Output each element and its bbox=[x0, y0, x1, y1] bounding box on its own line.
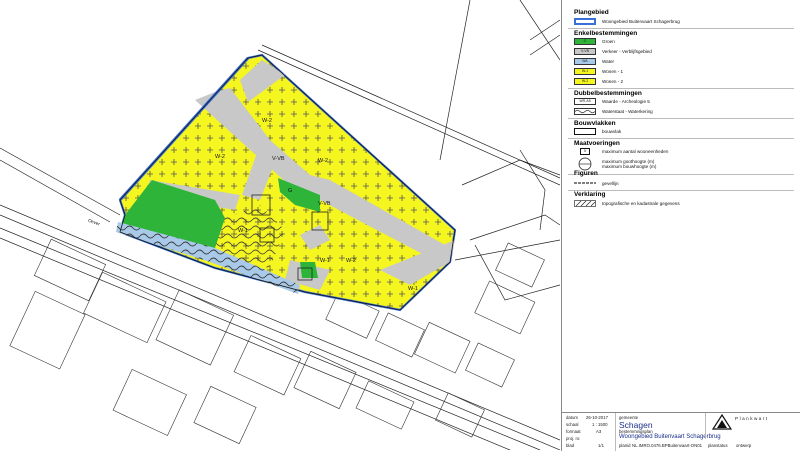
plangebied-swatch bbox=[574, 17, 596, 25]
tb-planstatus: ontwerp bbox=[736, 443, 752, 448]
legend-label-groen: Groen bbox=[602, 38, 615, 44]
legend-fig-title: Figuren bbox=[574, 170, 598, 177]
tb-proj-label: proj. nr. bbox=[566, 436, 581, 441]
legend-label-gevellijn: gevellijn bbox=[602, 180, 619, 186]
legend-row-waterstaat: Waterstaat - Waterkering bbox=[574, 106, 653, 116]
tb-schaal: 1 : 1500 bbox=[592, 422, 608, 427]
tb-blad-label: blad bbox=[566, 443, 575, 448]
legend-row-groen: G Groen bbox=[574, 36, 615, 46]
legend-row-bouwvlak: bouwvlak bbox=[574, 126, 621, 136]
legend-label-bouwhoogte: maximum bouwhoogte (m) bbox=[602, 164, 657, 169]
tb-logo-text: Plankwart bbox=[735, 416, 769, 421]
legend-panel: Plangebied Woongebied Buitenvaart Schage… bbox=[561, 0, 800, 412]
tb-datum: 26-10-2017 bbox=[586, 415, 608, 420]
legend-plangebied-title: Plangebied bbox=[574, 9, 609, 16]
label-g-small: G bbox=[288, 188, 292, 194]
label-w2-north: W-2 bbox=[262, 118, 272, 124]
swatch-archeologie: WR-A5 bbox=[574, 97, 596, 105]
label-w1-mid: W-1 bbox=[238, 228, 248, 234]
plankwart-logo-icon bbox=[712, 414, 732, 430]
legend-row-archeologie: WR-A5 Waarde - Archeologie 5 bbox=[574, 96, 650, 106]
legend-plangebied-label: Woongebied Buitenvaart Schagerbrug bbox=[602, 18, 680, 24]
tb-planstatus-label: planstatus bbox=[708, 443, 728, 448]
label-v-vb-2: V-VB bbox=[318, 201, 331, 207]
legend-row-topo: topografische en kadastrale gegevens bbox=[574, 198, 680, 208]
label-w2-north-b: W-2 bbox=[318, 158, 328, 164]
title-block: datum 26-10-2017 schaal 1 : 1500 formaat… bbox=[561, 412, 800, 451]
tb-schaal-label: schaal bbox=[566, 422, 579, 427]
swatch-bouwvlak bbox=[574, 127, 596, 135]
legend-row-water: WA Water bbox=[574, 56, 614, 66]
tb-blad: 1/1 bbox=[598, 443, 604, 448]
legend-label-wooneenheden: maximum aantal wooneenheden bbox=[602, 148, 669, 154]
legend-row-gevellijn: gevellijn bbox=[574, 178, 619, 188]
swatch-water: WA bbox=[574, 57, 596, 65]
legend-row-wooneenheden: 5 maximum aantal wooneenheden bbox=[574, 146, 668, 156]
legend-label-water: Water bbox=[602, 58, 615, 64]
legend-label-wonen-1: Wonen - 1 bbox=[602, 68, 624, 74]
legend-label-bouwvlak: bouwvlak bbox=[602, 128, 622, 134]
legend-verk-title: Verklaring bbox=[574, 191, 606, 198]
legend-row-verkeer: V-VB Verkeer - Verblijfsgebied bbox=[574, 46, 652, 56]
legend-row-hoogte: maximum goothoogte (m) maximum bouwhoogt… bbox=[574, 157, 656, 171]
legend-label-topo: topografische en kadastrale gegevens bbox=[602, 200, 680, 206]
tb-planid-label: planid bbox=[619, 443, 631, 448]
label-w2-south: W-2 bbox=[346, 258, 356, 264]
hoogte-symbol-icon bbox=[578, 157, 592, 171]
label-w1-east: W-1 bbox=[408, 286, 418, 292]
legend-row-wonen-1: W-1 Wonen - 1 bbox=[574, 66, 623, 76]
topo-hatch-icon bbox=[574, 199, 596, 207]
legend-label-waterstaat: Waterstaat - Waterkering bbox=[602, 108, 653, 114]
label-street-left: Oever bbox=[87, 218, 101, 227]
swatch-wonen-1: W-1 bbox=[574, 67, 596, 75]
label-w2-west: W-2 bbox=[215, 154, 225, 160]
tb-formaat: A3 bbox=[596, 429, 602, 434]
swatch-wonen-2: W-2 bbox=[574, 77, 596, 85]
swatch-groen: G bbox=[574, 37, 596, 45]
plan-map[interactable]: W-2 W-2 V-VB W-2 W-1 W-2 W-1 G V-VB W-1 … bbox=[0, 0, 560, 450]
legend-row-wonen-2: W-2 Wonen - 2 bbox=[574, 76, 623, 86]
legend-label-verkeer: Verkeer - Verblijfsgebied bbox=[602, 48, 652, 54]
label-w1-corner: W-1 bbox=[320, 258, 330, 264]
legend-label-archeologie: Waarde - Archeologie 5 bbox=[602, 98, 650, 104]
swatch-wooneenheden: 5 bbox=[580, 147, 590, 155]
swatch-waterstaat bbox=[574, 107, 596, 115]
plan-area[interactable] bbox=[116, 53, 457, 312]
swatch-verkeer: V-VB bbox=[574, 47, 596, 55]
tb-formaat-label: formaat bbox=[566, 429, 581, 434]
tb-datum-label: datum bbox=[566, 415, 578, 420]
legend-label-wonen-2: Wonen - 2 bbox=[602, 78, 624, 84]
tb-planid: NL.IMRO.0476.BPBuitenvaart-ON01 bbox=[632, 443, 702, 448]
label-v-vb: V-VB bbox=[272, 156, 285, 162]
gevellijn-icon bbox=[574, 182, 596, 184]
legend-row-plangebied: Woongebied Buitenvaart Schagerbrug bbox=[574, 16, 680, 26]
